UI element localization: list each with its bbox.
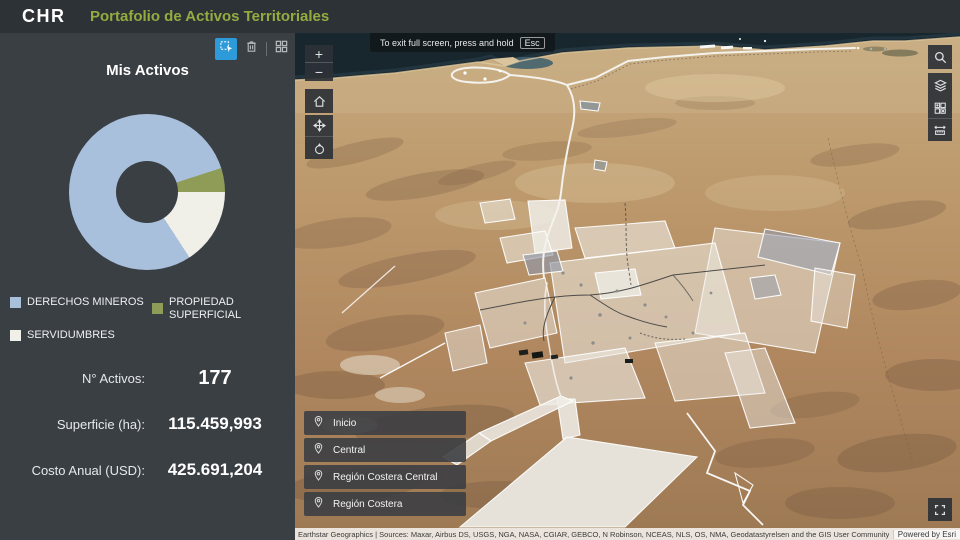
fullscreen-toggle-button[interactable] [928,498,952,521]
clear-selection-button[interactable] [244,39,259,59]
trash-icon [244,39,259,59]
map-pin-icon [312,496,325,512]
apps-grid-icon [274,39,289,59]
map-pin-icon [312,415,325,431]
map-pin-icon [312,442,325,458]
legend-label: DERECHOS MINEROS [27,296,144,309]
basemap-gallery-button[interactable] [928,97,952,119]
stat-row-costo-anual: Costo Anual (USD): 425.691,204 [0,455,295,485]
stat-value: 177 [145,367,285,390]
legend-swatch [10,330,21,341]
pan-tool-button[interactable] [305,115,333,137]
measure-icon [933,123,947,137]
legend-swatch [10,297,21,308]
compass-icon [312,141,327,156]
esc-keycap: Esc [520,37,545,49]
stat-row-superficie: Superficie (ha): 115.459,993 [0,409,295,439]
bookmarks-list: Inicio Central Región Costera Central Re… [304,411,466,519]
search-icon [933,50,948,65]
legend-label: SERVIDUMBRES [27,329,115,342]
stat-value: 115.459,993 [145,414,285,434]
bookmark-region-costera-central[interactable]: Región Costera Central [304,465,466,489]
bookmark-inicio[interactable]: Inicio [304,411,466,435]
app-window: CHR Portafolio de Activos Territoriales [0,0,960,540]
toolbar-divider [266,42,267,56]
assets-donut-chart[interactable] [69,114,225,270]
app-header: CHR Portafolio de Activos Territoriales [0,0,960,33]
panel-title: Mis Activos [0,62,295,79]
legend-item-propiedad-superficial: PROPIEDAD SUPERFICIAL [152,296,272,322]
bookmark-label: Central [333,445,365,456]
widget-gallery-button[interactable] [274,39,289,59]
home-extent-button[interactable] [305,89,333,113]
left-panel: Mis Activos DERECHOS MINEROS PROPIEDAD S… [0,33,295,540]
select-cursor-icon [219,39,234,59]
layers-icon [933,78,948,93]
home-icon [312,94,327,109]
zoom-out-button[interactable]: − [305,63,333,81]
stat-label: Superficie (ha): [0,417,145,432]
layers-button[interactable] [928,73,952,97]
toast-text: To exit full screen, press and hold [380,38,514,48]
stat-row-num-activos: N° Activos: 177 [0,363,295,393]
company-logo: CHR [22,0,66,33]
select-features-button[interactable] [215,38,237,60]
map-pin-icon [312,469,325,485]
basemap-grid-icon [933,101,947,115]
legend-item-derechos-mineros: DERECHOS MINEROS [10,296,144,309]
powered-by-esri-link[interactable]: Powered by Esri [893,530,960,539]
fullscreen-toast: To exit full screen, press and hold Esc [370,33,555,52]
legend-swatch [152,303,163,314]
bookmark-label: Región Costera Central [333,472,438,483]
donut-hole [116,161,178,223]
legend-label: PROPIEDAD SUPERFICIAL [169,296,251,322]
zoom-in-button[interactable]: + [305,45,333,63]
bookmark-label: Región Costera [333,499,402,510]
bookmark-label: Inicio [333,418,356,429]
pan-arrows-icon [312,118,327,133]
map-view[interactable]: To exit full screen, press and hold Esc … [295,33,960,540]
bookmark-region-costera[interactable]: Región Costera [304,492,466,516]
stat-label: Costo Anual (USD): [0,463,145,478]
legend-item-servidumbres: SERVIDUMBRES [10,329,115,342]
stat-value: 425.691,204 [145,460,285,480]
bookmark-central[interactable]: Central [304,438,466,462]
app-title: Portafolio de Activos Territoriales [90,0,329,33]
measure-button[interactable] [928,119,952,141]
panel-toolbar [215,38,289,60]
search-button[interactable] [928,45,952,69]
compass-reset-button[interactable] [305,137,333,159]
fullscreen-icon [933,503,947,517]
attribution-sources: Earthstar Geographics | Sources: Maxar, … [295,530,889,539]
stat-label: N° Activos: [0,371,145,386]
attribution-bar: Earthstar Geographics | Sources: Maxar, … [295,528,960,540]
